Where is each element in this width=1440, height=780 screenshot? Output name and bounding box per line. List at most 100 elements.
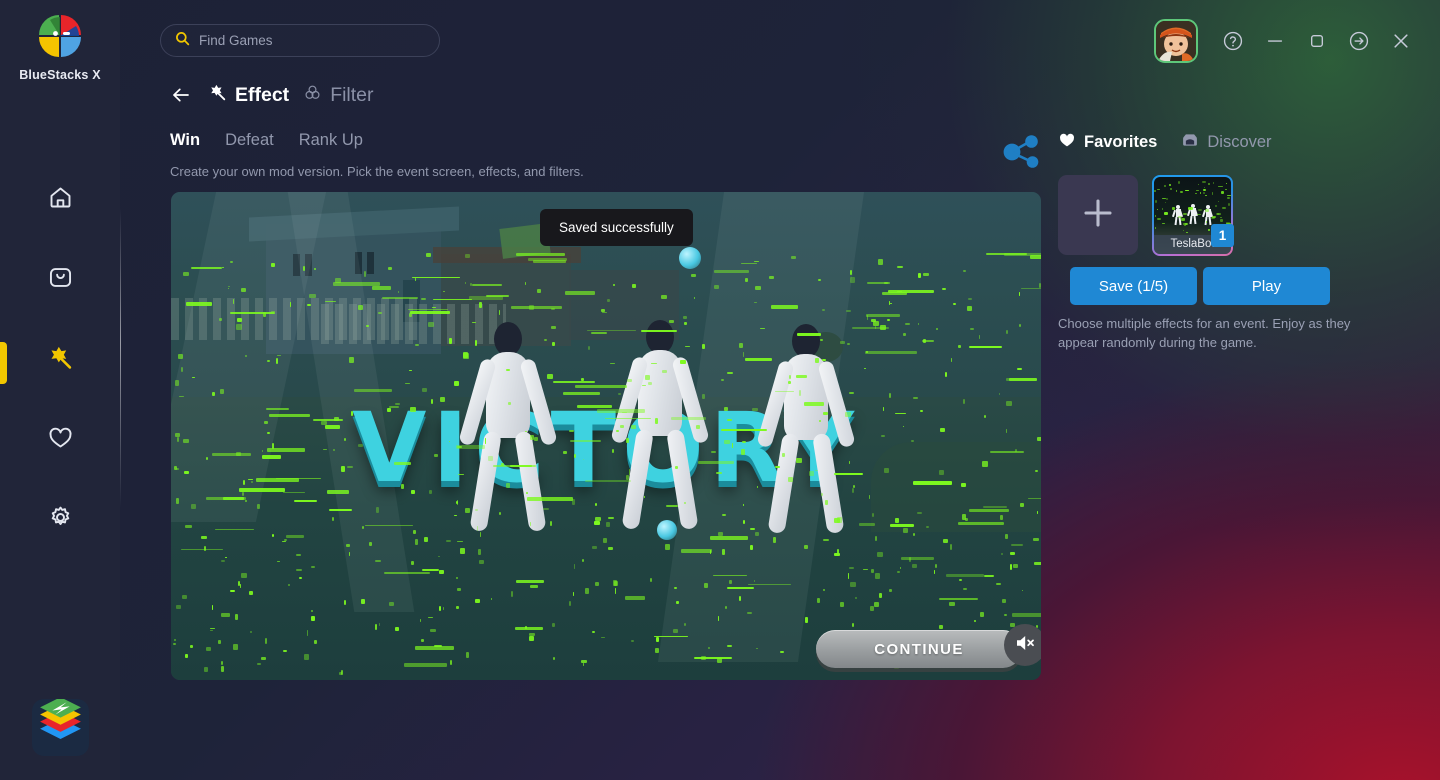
splatter-particle bbox=[710, 451, 717, 453]
continue-button[interactable]: CONTINUE bbox=[816, 630, 1022, 668]
splatter-particle bbox=[347, 465, 353, 469]
splatter-particle bbox=[740, 262, 758, 265]
splatter-particle bbox=[228, 285, 230, 287]
splatter-particle bbox=[602, 537, 608, 544]
splatter-particle bbox=[1164, 184, 1166, 188]
search-input[interactable]: Find Games bbox=[160, 24, 440, 57]
splatter-particle bbox=[817, 598, 820, 604]
splatter-particle bbox=[456, 576, 459, 579]
game-preview[interactable]: VICTORY Saved successfully CONTINUE bbox=[171, 192, 1041, 680]
splatter-particle bbox=[939, 427, 946, 432]
splatter-particle bbox=[833, 473, 864, 476]
robot-leg-right bbox=[514, 430, 547, 533]
splatter-particle bbox=[453, 381, 459, 386]
splatter-particle bbox=[387, 408, 392, 412]
splatter-particle bbox=[814, 357, 819, 364]
exit-button[interactable] bbox=[1338, 19, 1380, 63]
splatter-particle bbox=[1180, 191, 1184, 194]
splatter-particle bbox=[742, 520, 745, 524]
splatter-particle bbox=[1220, 219, 1224, 222]
splatter-particle bbox=[871, 568, 875, 573]
add-effect-button[interactable] bbox=[1058, 175, 1138, 255]
splatter-particle bbox=[206, 647, 212, 651]
splatter-particle bbox=[795, 457, 802, 463]
splatter-particle bbox=[372, 286, 392, 291]
mode-tab-rank-up[interactable]: Rank Up bbox=[299, 131, 363, 150]
tab-discover[interactable]: Discover bbox=[1181, 131, 1272, 154]
save-button[interactable]: Save (1/5) bbox=[1070, 267, 1197, 305]
splatter-particle bbox=[203, 666, 209, 672]
continue-control-group: CONTINUE bbox=[816, 624, 1041, 668]
mute-button[interactable] bbox=[1004, 624, 1041, 666]
splatter-particle bbox=[442, 607, 444, 610]
splatter-particle bbox=[565, 290, 596, 295]
splatter-particle bbox=[313, 640, 318, 644]
share-icon[interactable] bbox=[1000, 131, 1042, 171]
splatter-particle bbox=[191, 267, 223, 269]
splatter-particle bbox=[782, 453, 785, 457]
help-button[interactable] bbox=[1212, 19, 1254, 63]
splatter-particle bbox=[332, 281, 380, 286]
sidebar-item-my-games[interactable] bbox=[0, 240, 120, 320]
splatter-particle bbox=[961, 514, 967, 520]
sidebar-item-effects[interactable] bbox=[0, 320, 120, 400]
splatter-particle bbox=[862, 568, 869, 570]
sidebar-item-favorites[interactable] bbox=[0, 400, 120, 480]
splatter-particle bbox=[1029, 255, 1041, 260]
splatter-particle bbox=[175, 497, 179, 504]
sidebar-item-settings[interactable] bbox=[0, 480, 120, 560]
splatter-particle bbox=[594, 520, 600, 525]
tab-effect[interactable]: Effect bbox=[208, 83, 289, 107]
sidebar-item-home[interactable] bbox=[0, 160, 120, 240]
splatter-particle bbox=[283, 539, 287, 542]
user-avatar[interactable] bbox=[1154, 19, 1198, 63]
splatter-particle bbox=[608, 546, 613, 551]
splatter-particle bbox=[833, 517, 840, 523]
close-button[interactable] bbox=[1380, 19, 1422, 63]
mode-tab-defeat[interactable]: Defeat bbox=[225, 131, 274, 150]
splatter-particle bbox=[619, 424, 624, 429]
splatter-particle bbox=[459, 547, 466, 554]
splatter-particle bbox=[889, 392, 892, 398]
splatter-particle bbox=[1213, 182, 1214, 184]
splatter-particle bbox=[516, 579, 544, 583]
splatter-particle bbox=[569, 440, 601, 442]
splatter-particle bbox=[665, 505, 678, 508]
splatter-particle bbox=[552, 380, 595, 384]
splatter-particle bbox=[724, 439, 730, 444]
splatter-particle bbox=[326, 490, 349, 494]
magic-wand-icon bbox=[208, 83, 227, 107]
splatter-particle bbox=[967, 297, 973, 300]
splatter-particle bbox=[845, 411, 852, 417]
tab-favorites[interactable]: Favorites bbox=[1058, 131, 1157, 154]
splatter-particle bbox=[1010, 544, 1024, 547]
minimize-button[interactable] bbox=[1254, 19, 1296, 63]
splatter-particle bbox=[478, 302, 482, 309]
effect-card-teslabot[interactable]: TeslaBot 1 bbox=[1152, 175, 1234, 256]
splatter-particle bbox=[700, 655, 706, 661]
splatter-particle bbox=[184, 471, 189, 475]
splatter-particle bbox=[787, 477, 793, 482]
splatter-particle bbox=[1197, 183, 1200, 185]
splatter-particle bbox=[644, 374, 651, 381]
splatter-particle bbox=[241, 572, 248, 578]
search-placeholder: Find Games bbox=[199, 33, 273, 48]
bluestacks-stack-icon[interactable] bbox=[32, 697, 89, 756]
mode-tab-win[interactable]: Win bbox=[170, 131, 200, 150]
splatter-particle bbox=[984, 574, 994, 577]
splatter-particle bbox=[492, 464, 536, 468]
splatter-particle bbox=[738, 596, 742, 601]
panel-actions: Save (1/5) Play bbox=[1070, 267, 1330, 305]
splatter-particle bbox=[848, 566, 855, 569]
splatter-particle bbox=[537, 289, 541, 294]
play-button[interactable]: Play bbox=[1203, 267, 1330, 305]
splatter-particle bbox=[968, 345, 1002, 348]
maximize-button[interactable] bbox=[1296, 19, 1338, 63]
splatter-particle bbox=[804, 402, 825, 407]
back-arrow-icon[interactable] bbox=[168, 82, 194, 108]
tab-discover-label: Discover bbox=[1207, 133, 1272, 151]
splatter-particle bbox=[1178, 181, 1180, 185]
splatter-particle bbox=[244, 354, 247, 357]
tab-filter[interactable]: Filter bbox=[303, 83, 374, 107]
splatter-particle bbox=[926, 526, 929, 528]
